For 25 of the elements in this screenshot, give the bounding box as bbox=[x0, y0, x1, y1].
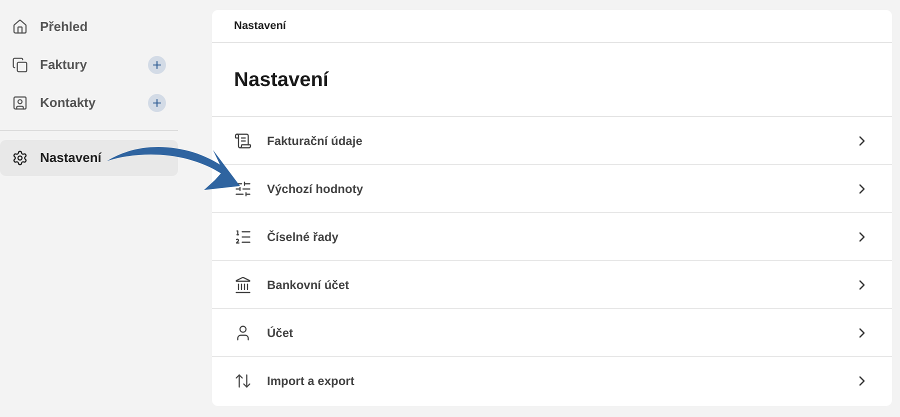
settings-icon bbox=[12, 150, 28, 166]
add-button[interactable] bbox=[148, 56, 166, 74]
settings-row[interactable]: Účet bbox=[212, 309, 892, 357]
breadcrumb: Nastavení bbox=[234, 18, 286, 34]
settings-row[interactable]: Import a export bbox=[212, 357, 892, 405]
user-icon bbox=[234, 324, 252, 342]
numbered-list-icon bbox=[234, 228, 252, 246]
plus-icon bbox=[151, 59, 163, 71]
settings-row[interactable]: Číselné řady bbox=[212, 213, 892, 261]
contact-card-icon bbox=[12, 95, 28, 111]
home-icon bbox=[12, 19, 28, 35]
sidebar-item[interactable]: Faktury bbox=[0, 47, 178, 83]
add-button[interactable] bbox=[148, 94, 166, 112]
settings-row[interactable]: Fakturační údaje bbox=[212, 117, 892, 165]
bank-icon bbox=[234, 276, 252, 294]
sidebar-item[interactable]: Přehled bbox=[0, 9, 178, 45]
sidebar-item[interactable]: Nastavení bbox=[0, 140, 178, 176]
sliders-icon bbox=[234, 180, 252, 198]
document-icon bbox=[234, 132, 252, 150]
page-title: Nastavení bbox=[234, 68, 328, 92]
sidebar-item[interactable]: Kontakty bbox=[0, 85, 178, 121]
settings-row[interactable]: Bankovní účet bbox=[212, 261, 892, 309]
up-down-arrows-icon bbox=[234, 372, 252, 390]
copy-icon bbox=[12, 57, 28, 73]
plus-icon bbox=[151, 97, 163, 109]
